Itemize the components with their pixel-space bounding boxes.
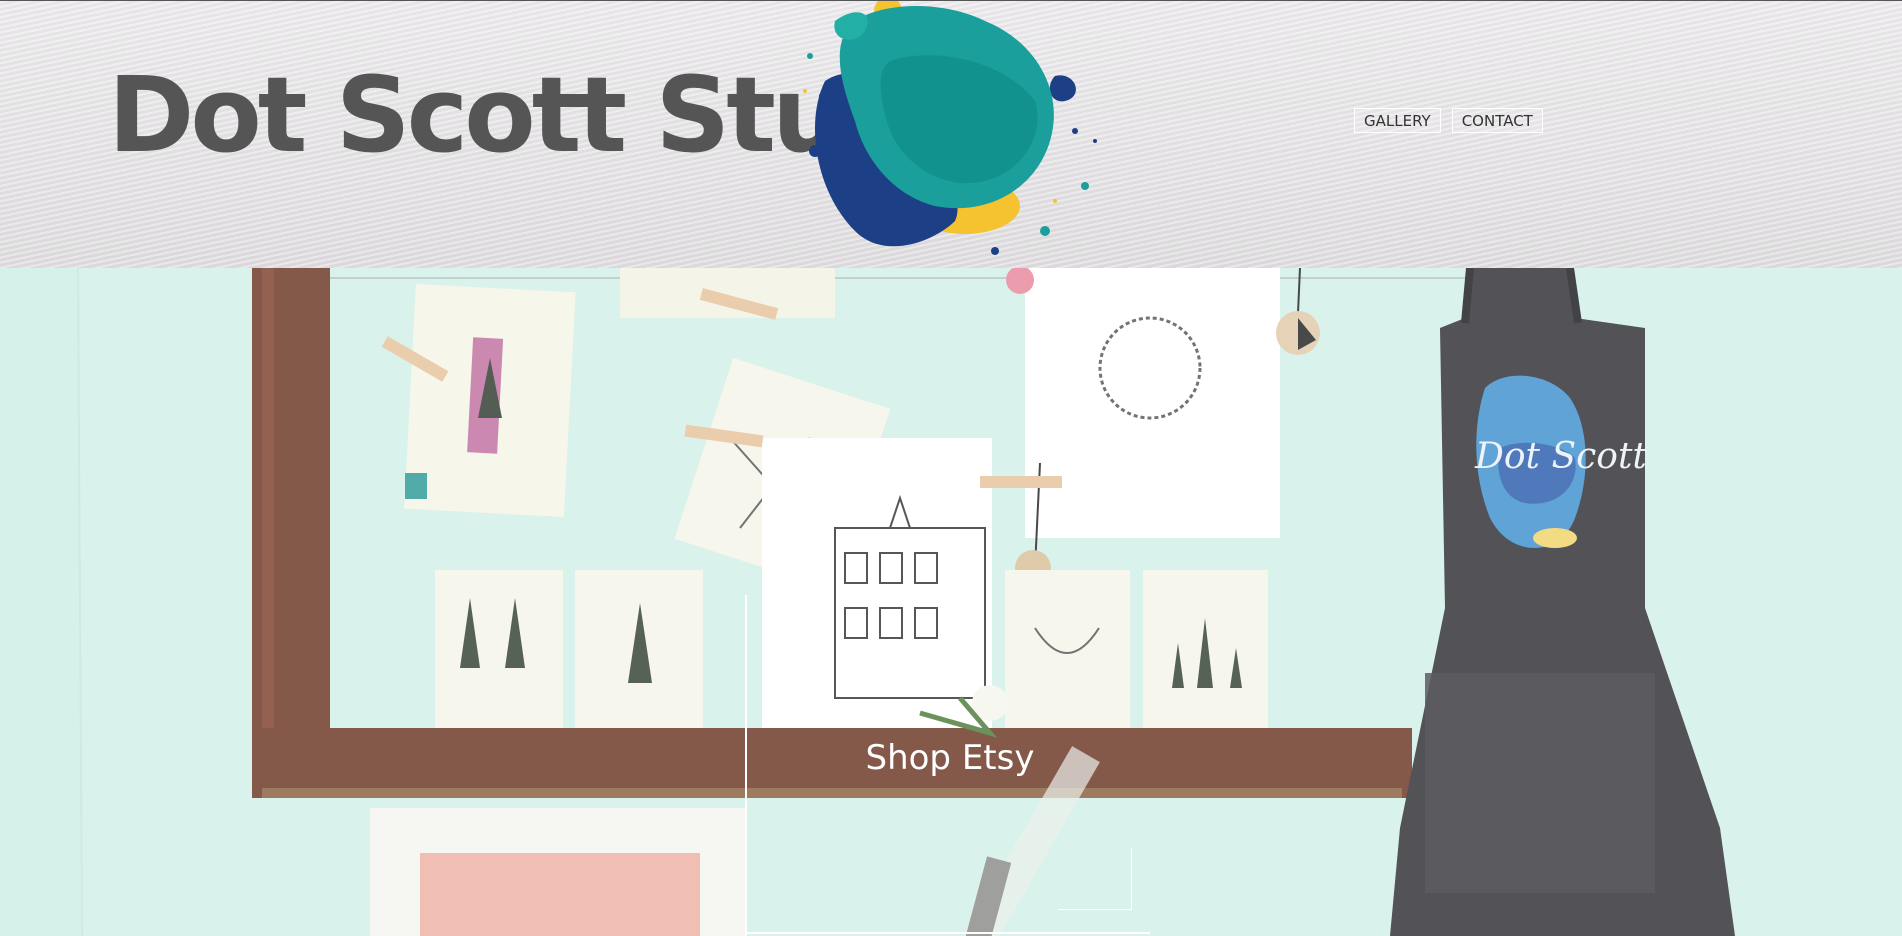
main-nav: GALLERY CONTACT [1354,108,1543,133]
shop-etsy-link[interactable]: Shop Etsy [830,738,1070,778]
hero-photo: Dot Scott [0,268,1902,936]
hero-banner: Dot Scott Shop Etsy [0,268,1902,936]
site-header: Dot Scott Studio GALLERY CONTACT [0,0,1902,268]
paint-splash-logo-icon[interactable] [795,1,1125,268]
nav-contact-link[interactable]: CONTACT [1451,108,1543,133]
nav-gallery-link[interactable]: GALLERY [1354,108,1441,133]
